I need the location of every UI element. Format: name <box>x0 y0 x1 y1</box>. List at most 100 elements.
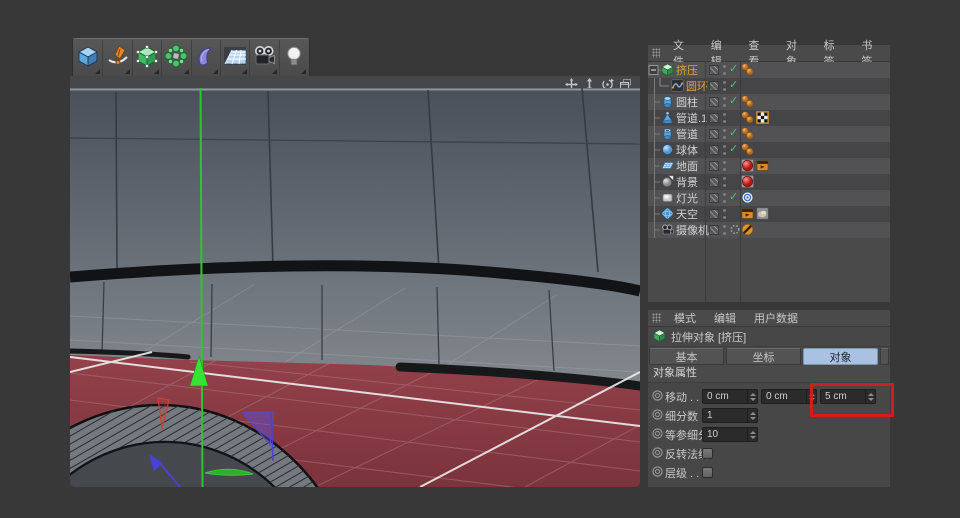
attribute-manager-menubar: 模式编辑用户数据 <box>648 310 890 327</box>
viewport-canvas[interactable] <box>70 88 640 487</box>
bulb-icon <box>282 44 306 73</box>
spinner[interactable] <box>747 428 757 441</box>
phong-tag-icon[interactable] <box>741 143 754 156</box>
visibility-dots-icon[interactable] <box>723 177 727 187</box>
layer-toggle-icon[interactable] <box>709 209 719 219</box>
floor-object-tool-button[interactable] <box>221 40 250 76</box>
tab-1[interactable]: 坐标 <box>726 348 801 365</box>
visibility-dots-icon[interactable] <box>723 145 727 155</box>
sphere-obj-icon <box>661 143 674 159</box>
attr-checkbox[interactable] <box>702 467 713 478</box>
keyframe-circle-icon[interactable] <box>652 426 663 444</box>
attr-field[interactable]: 1 <box>702 408 758 423</box>
object-row-8[interactable]: 灯光✓ <box>648 190 890 206</box>
layer-toggle-icon[interactable] <box>709 113 719 123</box>
object-name[interactable]: 球体 <box>676 142 698 158</box>
attribute-tabs: 基本坐标对象 <box>648 347 890 365</box>
visibility-dots-icon[interactable] <box>723 113 727 123</box>
keyframe-circle-icon[interactable] <box>652 407 663 425</box>
object-row-0[interactable]: 挤压✓ <box>648 62 890 78</box>
phong-tag-icon[interactable] <box>741 95 754 108</box>
add-cube-tool-button[interactable] <box>74 40 103 76</box>
panel-grip-icon[interactable] <box>652 48 660 58</box>
layer-toggle-icon[interactable] <box>709 65 719 75</box>
tab-0[interactable]: 基本 <box>649 348 724 365</box>
tab-overflow[interactable] <box>880 348 889 365</box>
object-row-2[interactable]: 圆柱✓ <box>648 94 890 110</box>
layer-toggle-icon[interactable] <box>709 193 719 203</box>
object-name[interactable]: 圆柱 <box>676 94 698 110</box>
section-header: 对象属性 <box>648 365 890 383</box>
keyframe-circle-icon[interactable] <box>652 388 663 406</box>
object-name[interactable]: 天空 <box>676 206 698 222</box>
cube-icon <box>76 44 100 73</box>
generator-tool-button[interactable] <box>133 40 162 76</box>
visibility-dots-icon[interactable] <box>723 193 727 203</box>
object-row-4[interactable]: 管道✓ <box>648 126 890 142</box>
pen-icon <box>106 44 130 73</box>
layer-toggle-icon[interactable] <box>709 81 719 91</box>
protection-tag-icon[interactable] <box>741 223 754 236</box>
spline-pen-tool-button[interactable] <box>103 40 132 76</box>
object-name[interactable]: 背景 <box>676 174 698 190</box>
attr-field[interactable]: 10 <box>702 427 758 442</box>
object-row-6[interactable]: 地面 <box>648 158 890 174</box>
camera-obj-icon <box>661 223 674 239</box>
tab-2[interactable]: 对象 <box>803 348 878 365</box>
keyframe-circle-icon[interactable] <box>652 445 663 463</box>
keyframe-circle-icon[interactable] <box>652 464 663 482</box>
viewport[interactable] <box>70 76 640 487</box>
camera-object-tool-button[interactable] <box>250 40 279 76</box>
phong-tag-icon[interactable] <box>741 111 754 124</box>
visibility-dots-icon[interactable] <box>723 209 727 219</box>
attr-checkbox[interactable] <box>702 448 713 459</box>
phong-tag-icon[interactable] <box>741 63 754 76</box>
bend-deformer-tool-button[interactable] <box>192 40 221 76</box>
light-object-tool-button[interactable] <box>280 40 308 76</box>
layer-toggle-icon[interactable] <box>709 129 719 139</box>
spinner[interactable] <box>747 409 757 422</box>
background-obj-icon <box>661 175 674 191</box>
spinner[interactable] <box>747 390 757 403</box>
array-tool-button[interactable] <box>162 40 191 76</box>
object-row-7[interactable]: 背景 <box>648 174 890 190</box>
phong-tag-icon[interactable] <box>741 127 754 140</box>
red-material-tag-icon[interactable] <box>741 175 754 188</box>
object-row-1[interactable]: 圆环✓ <box>648 78 890 94</box>
visibility-dots-icon[interactable] <box>723 97 727 107</box>
moviecam-icon <box>252 44 276 73</box>
visibility-dots-icon[interactable] <box>723 129 727 139</box>
layer-toggle-icon[interactable] <box>709 145 719 155</box>
object-name[interactable]: 管道.1 <box>676 110 707 126</box>
am-menu-0[interactable]: 模式 <box>665 310 705 326</box>
target-tag-icon[interactable] <box>741 191 754 204</box>
am-menu-1[interactable]: 编辑 <box>705 310 745 326</box>
object-row-9[interactable]: 天空 <box>648 206 890 222</box>
panel-grip-icon[interactable] <box>652 313 661 323</box>
object-list: 挤压✓圆环✓圆柱✓管道.1管道✓球体✓地面背景灯光✓天空摄像机 <box>648 62 890 238</box>
am-menu-2[interactable]: 用户数据 <box>745 310 807 326</box>
layer-toggle-icon[interactable] <box>709 97 719 107</box>
attr-field[interactable]: 0 cm <box>702 389 758 404</box>
object-name[interactable]: 灯光 <box>676 190 698 206</box>
cone-obj-icon <box>661 111 674 127</box>
compositing-tag-icon[interactable] <box>756 159 769 172</box>
red-material-tag-icon[interactable] <box>741 159 754 172</box>
object-row-5[interactable]: 球体✓ <box>648 142 890 158</box>
object-name[interactable]: 管道 <box>676 126 698 142</box>
object-name[interactable]: 地面 <box>676 158 698 174</box>
visibility-dots-icon[interactable] <box>723 161 727 171</box>
compositing-tag-icon[interactable] <box>741 207 754 220</box>
visibility-dots-icon[interactable] <box>723 225 727 235</box>
object-row-10[interactable]: 摄像机 <box>648 222 890 238</box>
object-name[interactable]: 挤压 <box>676 62 698 78</box>
layer-toggle-icon[interactable] <box>709 161 719 171</box>
layer-toggle-icon[interactable] <box>709 177 719 187</box>
visibility-dots-icon[interactable] <box>723 65 727 75</box>
object-row-3[interactable]: 管道.1 <box>648 110 890 126</box>
sky-texture-tag-icon[interactable] <box>756 207 769 220</box>
attr-field[interactable]: 0 cm <box>761 389 817 404</box>
visibility-dots-icon[interactable] <box>723 81 727 91</box>
layer-toggle-icon[interactable] <box>709 225 719 235</box>
checker-texture-tag-icon[interactable] <box>756 111 769 124</box>
